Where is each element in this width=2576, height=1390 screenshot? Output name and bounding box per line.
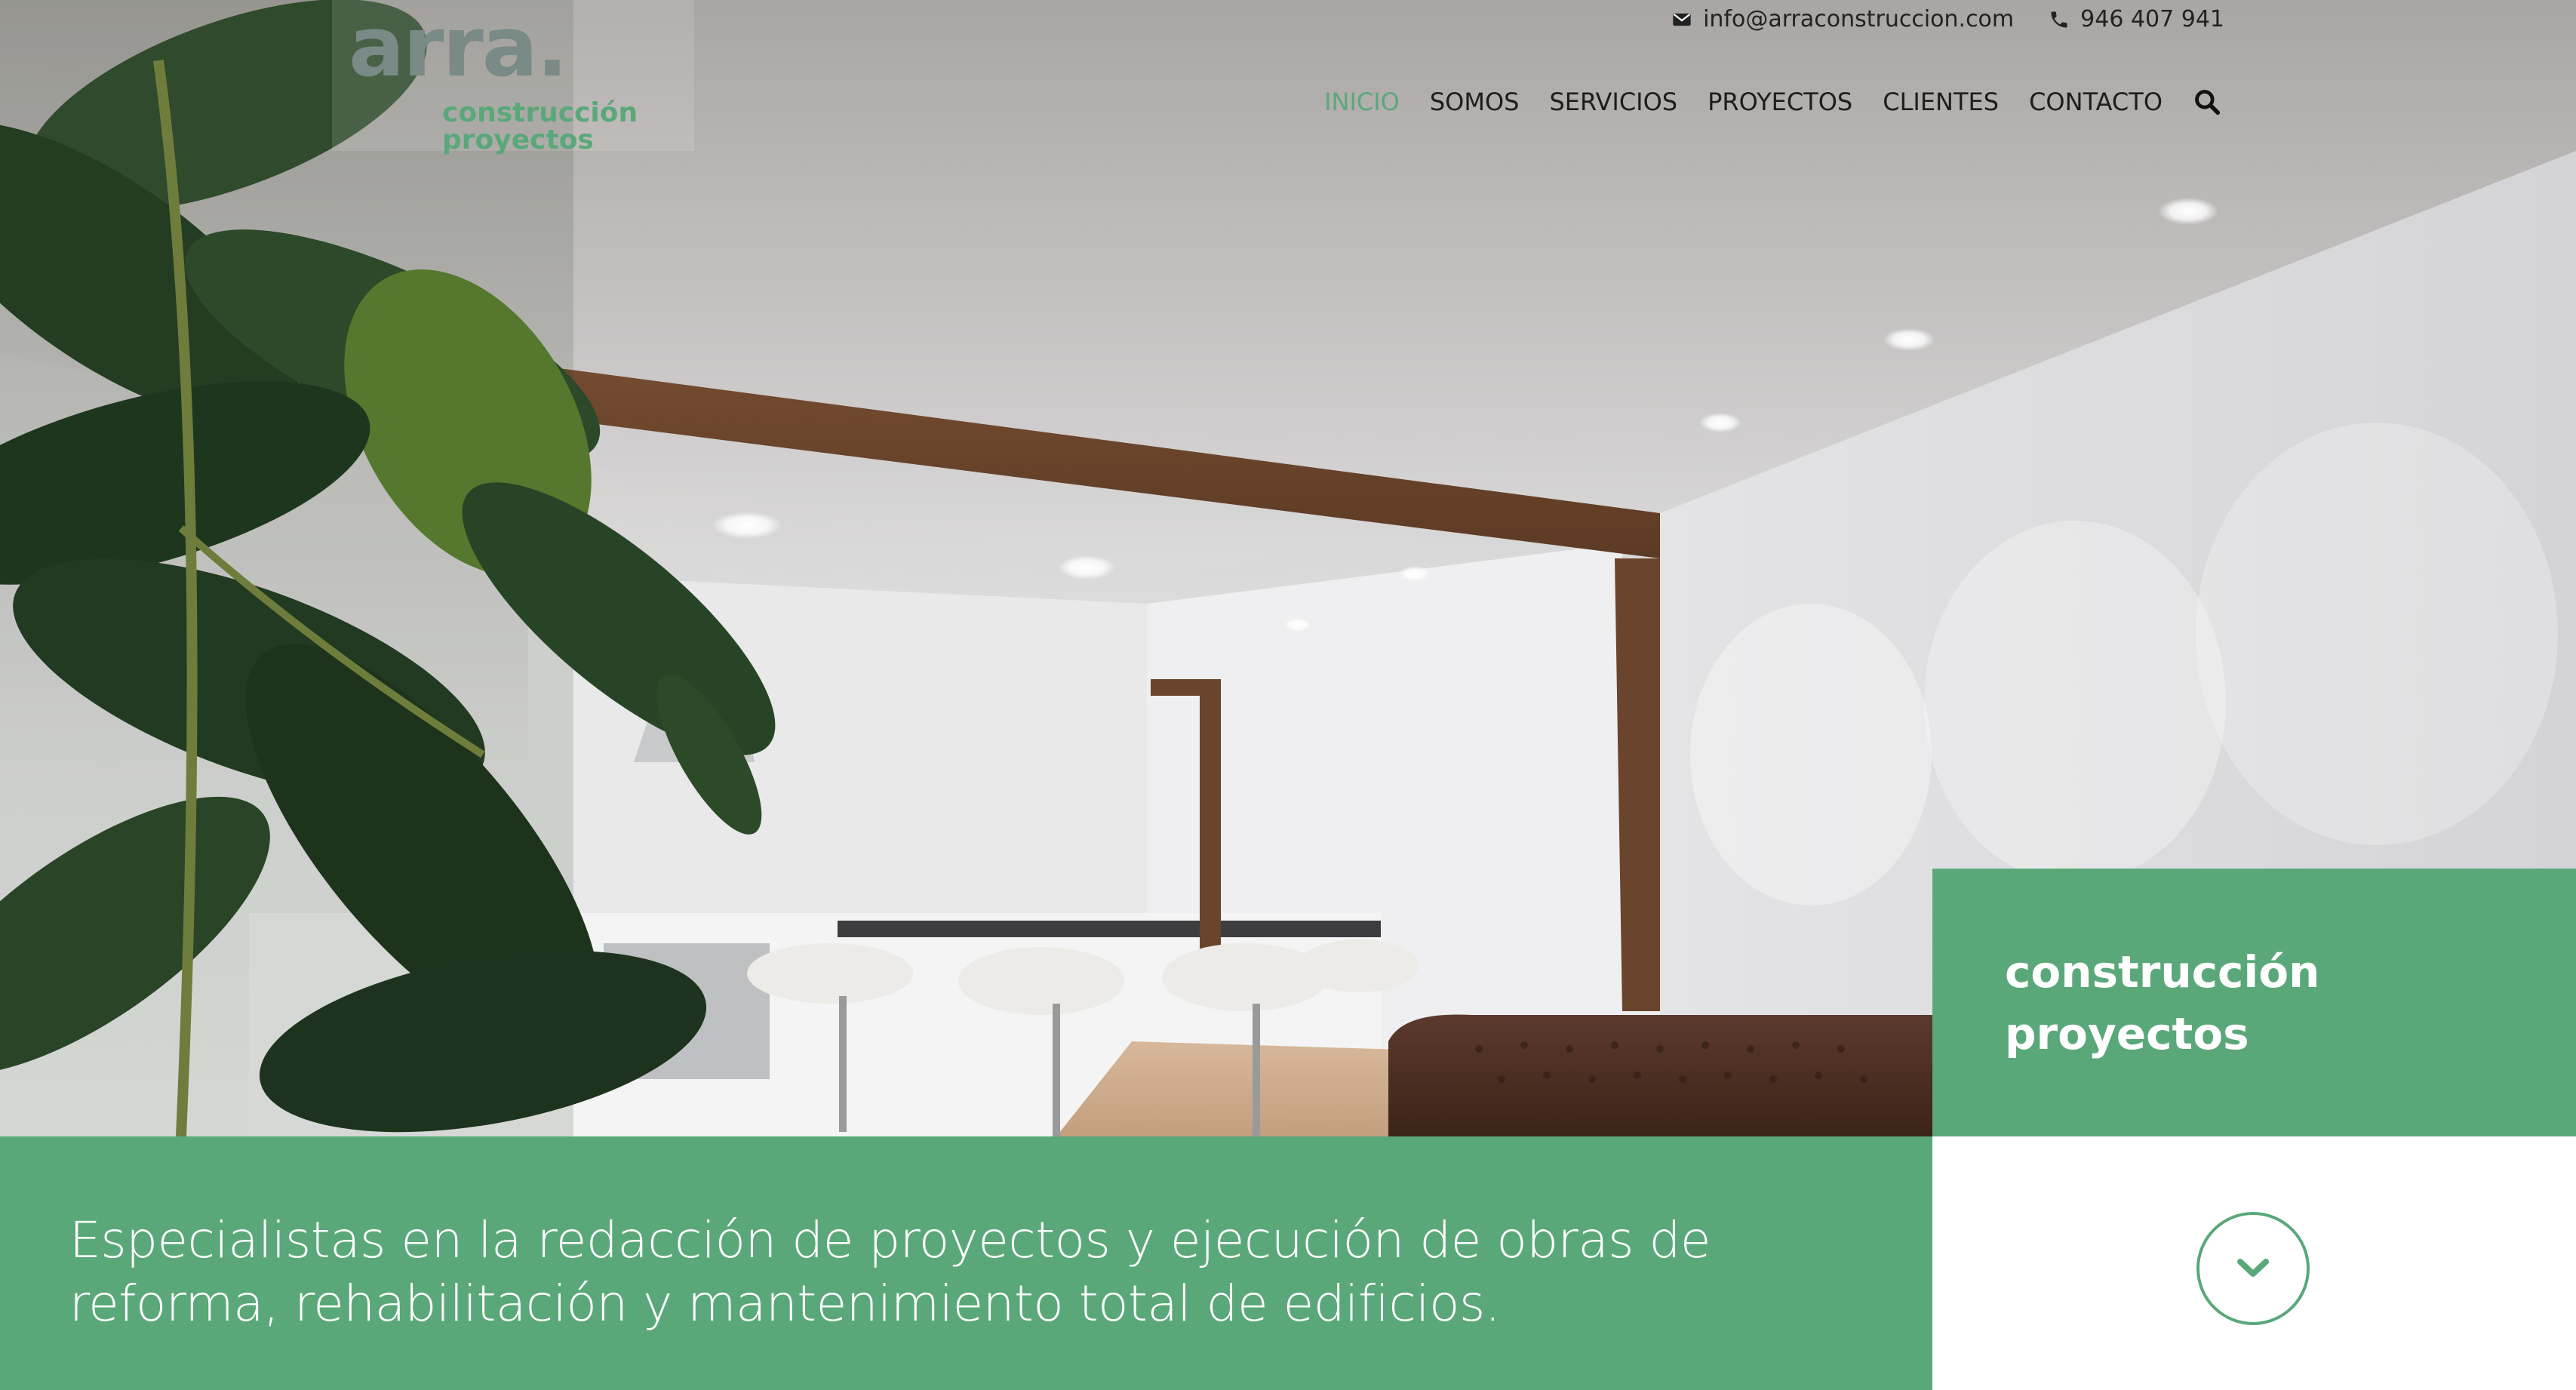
chevron-down-icon (2237, 1259, 2269, 1277)
slogan-band: Especialistas en la redacción de proyect… (0, 1136, 1932, 1390)
search-icon[interactable] (2193, 88, 2221, 116)
phone-link[interactable]: 946 407 941 (2049, 6, 2224, 32)
hero-tag-line-2: proyectos (2005, 1008, 2249, 1059)
nav-item-inicio[interactable]: INICIO (1324, 88, 1400, 116)
top-contact-bar: info@arraconstruccion.com 946 407 941 (1671, 6, 2224, 32)
logo-name: arra. (349, 0, 568, 95)
email-text: info@arraconstruccion.com (1703, 6, 2015, 32)
phone-icon (2051, 11, 2067, 27)
nav-item-proyectos[interactable]: PROYECTOS (1708, 88, 1852, 116)
slogan-text: Especialistas en la redacción de proyect… (69, 1211, 1711, 1333)
envelope-icon (1673, 13, 1691, 26)
main-nav: INICIO SOMOS SERVICIOS PROYECTOS CLIENTE… (1324, 88, 2221, 116)
email-link[interactable]: info@arraconstruccion.com (1671, 6, 2014, 32)
hero-tagline: construcción proyectos (2005, 941, 2319, 1065)
scroll-down-button[interactable] (2196, 1212, 2310, 1325)
logo-wordmark: arra. (349, 0, 568, 95)
logo-line-1: construcción (442, 97, 638, 128)
logo-line-2: proyectos (442, 125, 594, 155)
nav-item-clientes[interactable]: CLIENTES (1883, 88, 1999, 116)
page: arra. construcción proyectos info@arraco… (0, 0, 2576, 1390)
brand-logo[interactable]: arra. construcción proyectos (349, 0, 650, 155)
scroll-box (1932, 1136, 2576, 1390)
hero-tag-panel: construcción proyectos (1932, 869, 2576, 1136)
phone-text: 946 407 941 (2080, 6, 2224, 32)
nav-item-contacto[interactable]: CONTACTO (2029, 88, 2163, 116)
nav-item-somos[interactable]: SOMOS (1430, 88, 1520, 116)
nav-item-servicios[interactable]: SERVICIOS (1549, 88, 1677, 116)
hero-tag-line-1: construcción (2005, 946, 2320, 998)
